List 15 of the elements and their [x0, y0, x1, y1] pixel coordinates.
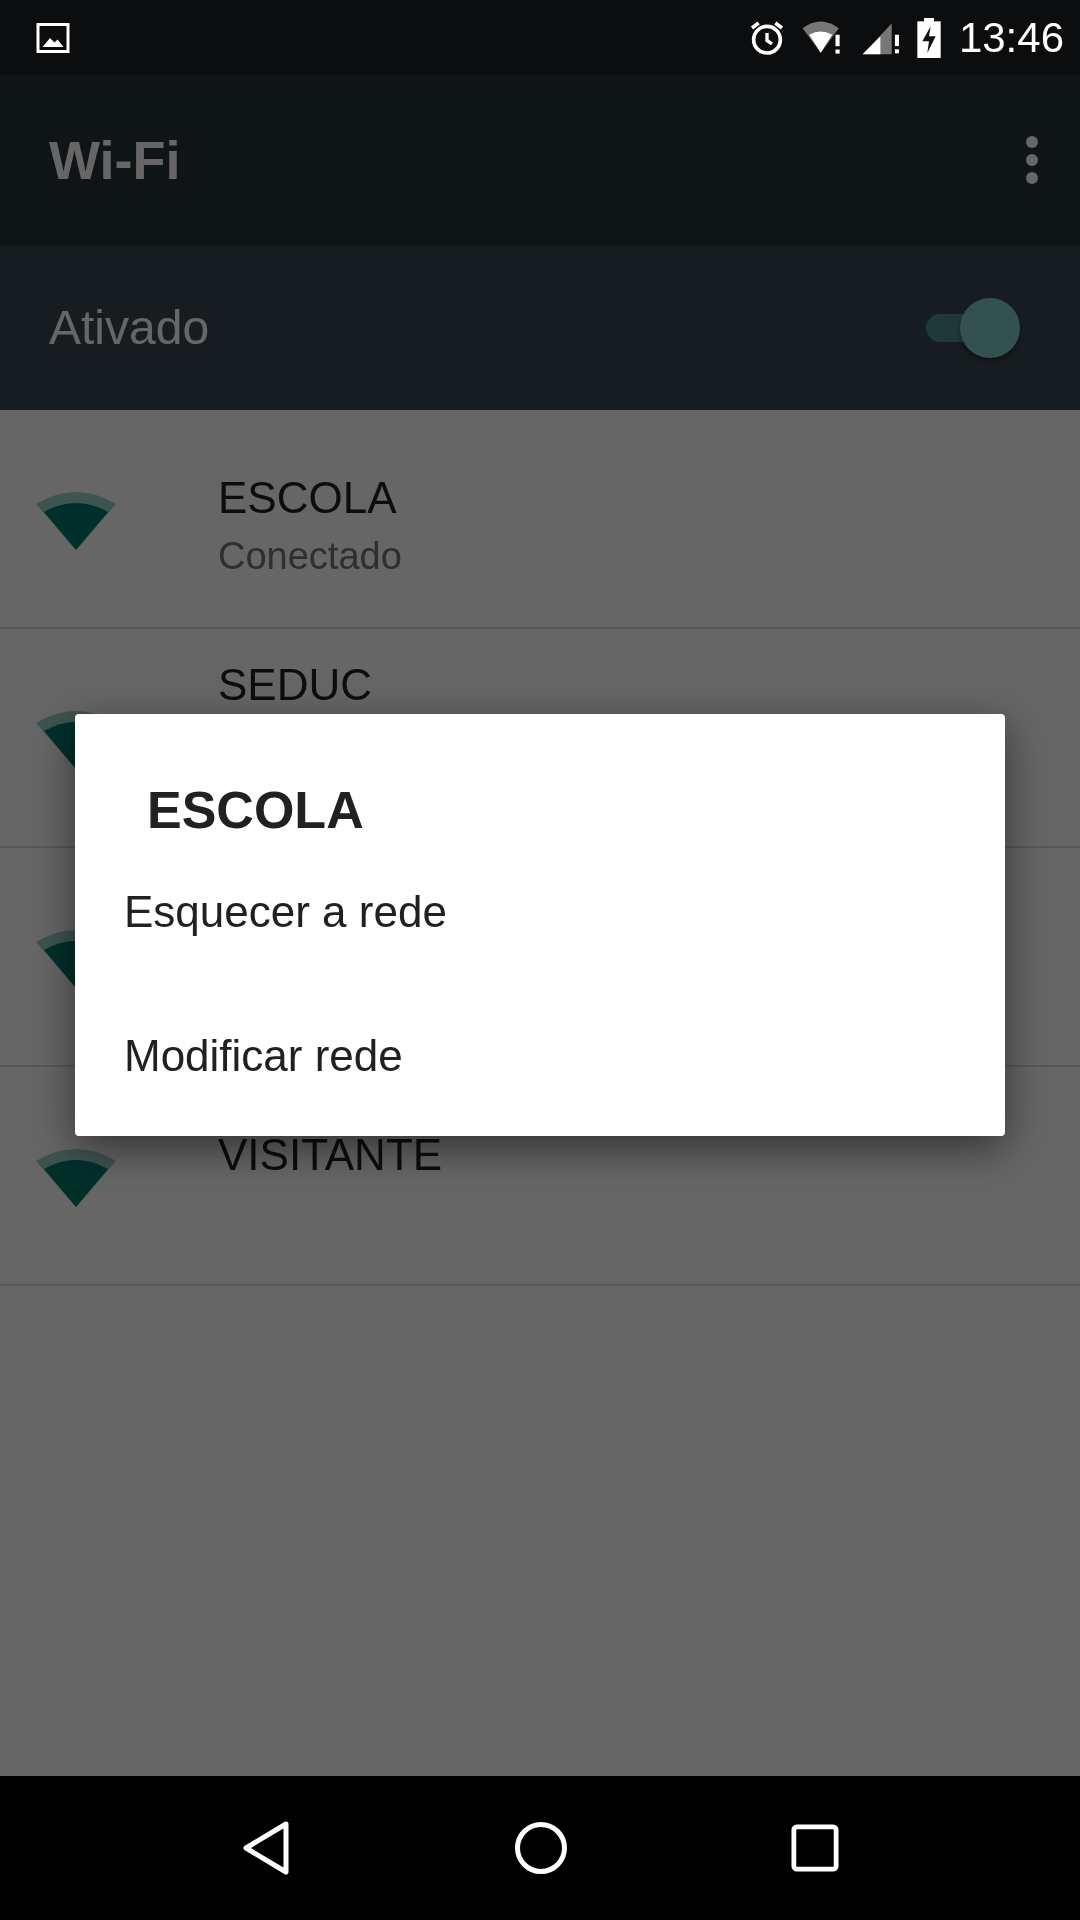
menu-item[interactable]: Esquecer a rede — [75, 840, 1005, 984]
wifi-signal-icon — [36, 490, 116, 550]
clock-time: 13:46 — [958, 13, 1064, 62]
switch-label: Ativado — [49, 300, 210, 355]
network-name: SEDUC — [218, 659, 373, 711]
screen-title: Wi-Fi — [49, 129, 181, 191]
wifi-signal-icon — [36, 1147, 116, 1207]
network-name: VISITANTE — [218, 1129, 443, 1181]
battery-charging-icon — [916, 17, 941, 58]
more-options-icon[interactable] — [1026, 136, 1038, 184]
back-icon[interactable] — [241, 1820, 292, 1876]
recents-icon[interactable] — [790, 1824, 839, 1872]
home-icon[interactable] — [514, 1821, 568, 1875]
network-name: ESCOLA — [218, 472, 398, 524]
dialog-title: ESCOLA — [147, 780, 364, 840]
